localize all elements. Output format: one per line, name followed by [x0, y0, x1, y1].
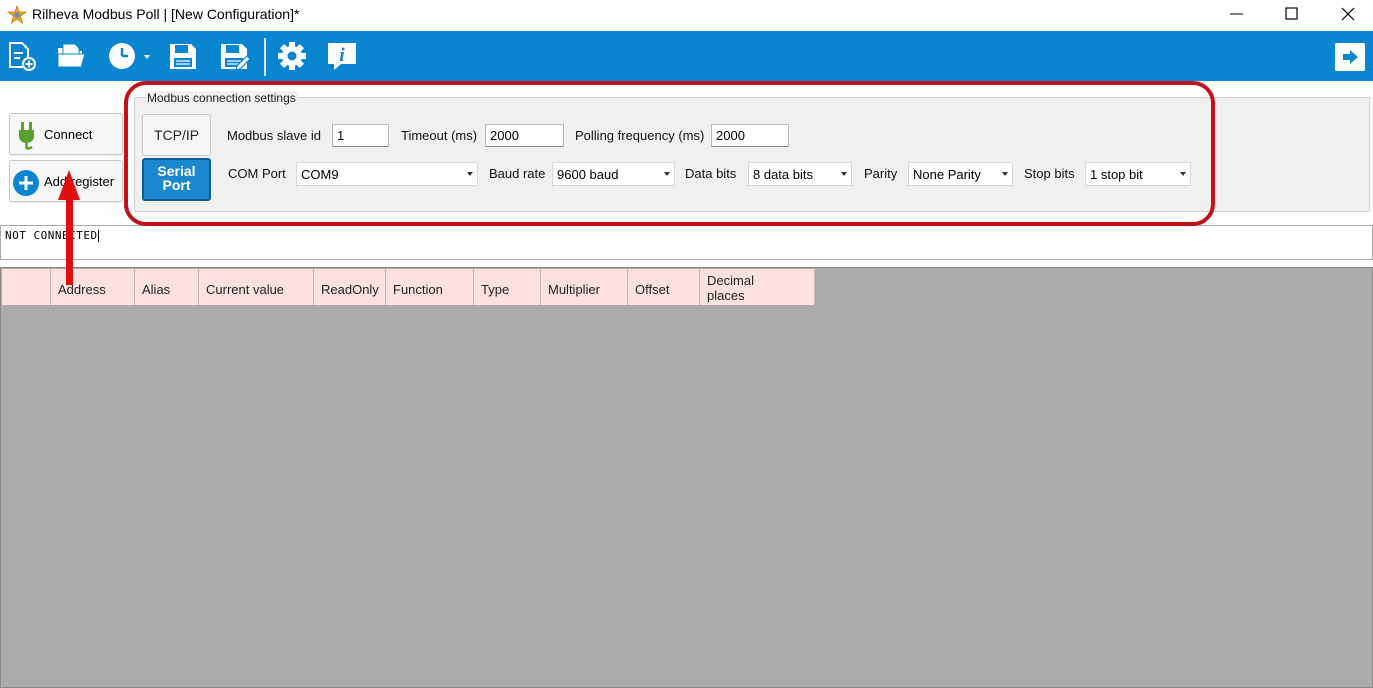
- title-bar: Rilheva Modbus Poll | [New Configuration…: [0, 0, 1373, 30]
- gear-icon: [278, 42, 306, 70]
- highlight-frame: [124, 81, 1215, 226]
- add-circle-icon: [13, 170, 39, 196]
- connect-button[interactable]: Connect: [9, 113, 123, 155]
- decimal-line1: Decimal: [707, 273, 754, 288]
- open-button[interactable]: [55, 40, 89, 72]
- maximize-button[interactable]: [1264, 0, 1320, 28]
- highlight-arrow-shaft: [66, 198, 73, 285]
- grid-header-row-selector[interactable]: [2, 269, 51, 305]
- about-button[interactable]: i: [325, 40, 359, 72]
- status-box: NOT CONNECTED: [0, 225, 1373, 260]
- grid-header: Address Alias Current value ReadOnly Fun…: [2, 269, 815, 305]
- close-button[interactable]: [1320, 0, 1373, 28]
- grid-header-readonly[interactable]: ReadOnly: [314, 269, 386, 305]
- grid-header-current-value[interactable]: Current value: [199, 269, 314, 305]
- status-text: NOT CONNECTED: [5, 229, 98, 242]
- save-button[interactable]: [166, 40, 200, 72]
- grid-header-function[interactable]: Function: [386, 269, 474, 305]
- minimize-button[interactable]: [1209, 0, 1265, 28]
- window-title: Rilheva Modbus Poll | [New Configuration…: [32, 6, 300, 22]
- svg-text:i: i: [339, 45, 345, 66]
- new-file-icon: [9, 42, 36, 71]
- grid-header-multiplier[interactable]: Multiplier: [541, 269, 628, 305]
- info-icon: i: [328, 43, 356, 70]
- exit-arrow-icon: [1343, 50, 1358, 64]
- exit-button[interactable]: [1335, 43, 1365, 71]
- grid-header-offset[interactable]: Offset: [628, 269, 700, 305]
- grid-header-type[interactable]: Type: [474, 269, 541, 305]
- new-file-button[interactable]: [4, 40, 38, 72]
- register-grid[interactable]: Address Alias Current value ReadOnly Fun…: [0, 267, 1373, 688]
- clock-icon: [109, 43, 150, 69]
- text-cursor: [97, 230, 99, 242]
- highlight-arrow-head: [58, 170, 80, 200]
- grid-header-decimal-places[interactable]: Decimal places: [700, 269, 815, 305]
- save-as-button[interactable]: [217, 40, 251, 72]
- save-as-icon: [221, 44, 251, 71]
- settings-button[interactable]: [275, 40, 309, 72]
- grid-header-address[interactable]: Address: [51, 269, 135, 305]
- connect-label: Connect: [44, 127, 93, 142]
- history-button[interactable]: [106, 40, 154, 72]
- toolbar: i: [0, 31, 1373, 81]
- open-folder-icon: [57, 43, 86, 68]
- plug-icon: [19, 122, 34, 150]
- app-logo-icon: [6, 4, 28, 25]
- grid-header-alias[interactable]: Alias: [135, 269, 199, 305]
- toolbar-separator: [264, 38, 266, 76]
- decimal-line2: places: [707, 288, 745, 303]
- save-icon: [170, 44, 196, 69]
